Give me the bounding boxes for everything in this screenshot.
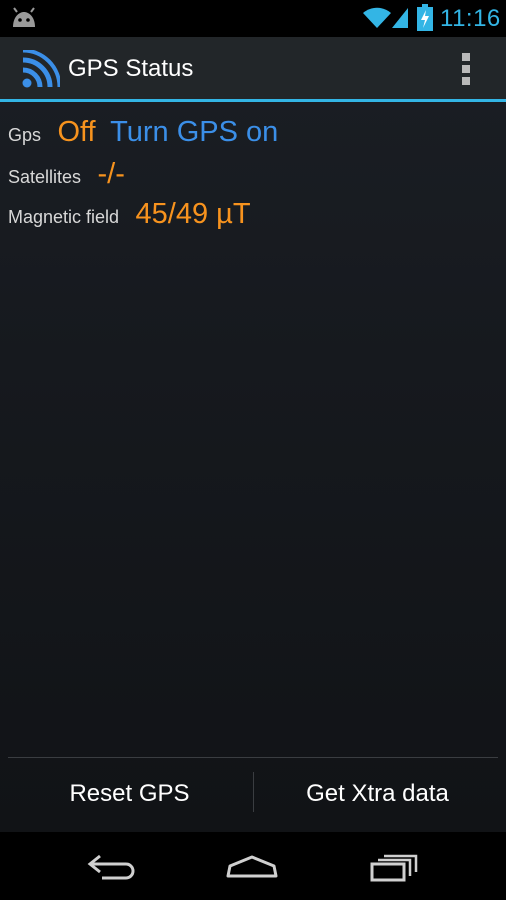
battery-charging-icon (417, 4, 433, 31)
status-clock: 11:16 (440, 5, 501, 32)
satellites-row: Satellites -/- (8, 158, 125, 191)
overflow-dot (462, 77, 470, 85)
satellites-value: -/- (97, 158, 125, 190)
home-icon[interactable] (222, 846, 282, 886)
gps-signal-icon (22, 50, 60, 88)
navigation-bar (0, 832, 506, 900)
gps-row: Gps Off Turn GPS on (8, 116, 278, 149)
gps-label: Gps (8, 125, 42, 145)
overflow-dot (462, 53, 470, 61)
gps-status-value: Off (57, 116, 96, 148)
action-bar: GPS Status (0, 37, 506, 99)
status-bar: 11:16 (0, 0, 506, 37)
back-icon[interactable] (82, 846, 142, 886)
overflow-dot (462, 65, 470, 73)
overflow-menu-icon[interactable] (452, 49, 480, 89)
recent-apps-icon[interactable] (364, 846, 424, 886)
app-screen: 11:16 GPS Status Gps Off Turn GPS on Sat… (0, 0, 506, 900)
magnetic-field-value: 45/49 µT (135, 198, 251, 230)
get-xtra-data-button[interactable]: Get Xtra data (254, 760, 501, 828)
reset-gps-button[interactable]: Reset GPS (6, 760, 253, 828)
magnetic-field-row: Magnetic field 45/49 µT (8, 198, 251, 231)
action-bar-divider (0, 99, 506, 102)
turn-gps-on-link[interactable]: Turn GPS on (110, 116, 278, 148)
android-icon (13, 7, 35, 27)
satellites-label: Satellites (8, 167, 82, 187)
wifi-icon (363, 7, 391, 28)
app-title: GPS Status (68, 55, 194, 82)
magnetic-field-label: Magnetic field (8, 207, 120, 227)
signal-icon (392, 8, 408, 28)
button-bar-divider (8, 757, 498, 758)
